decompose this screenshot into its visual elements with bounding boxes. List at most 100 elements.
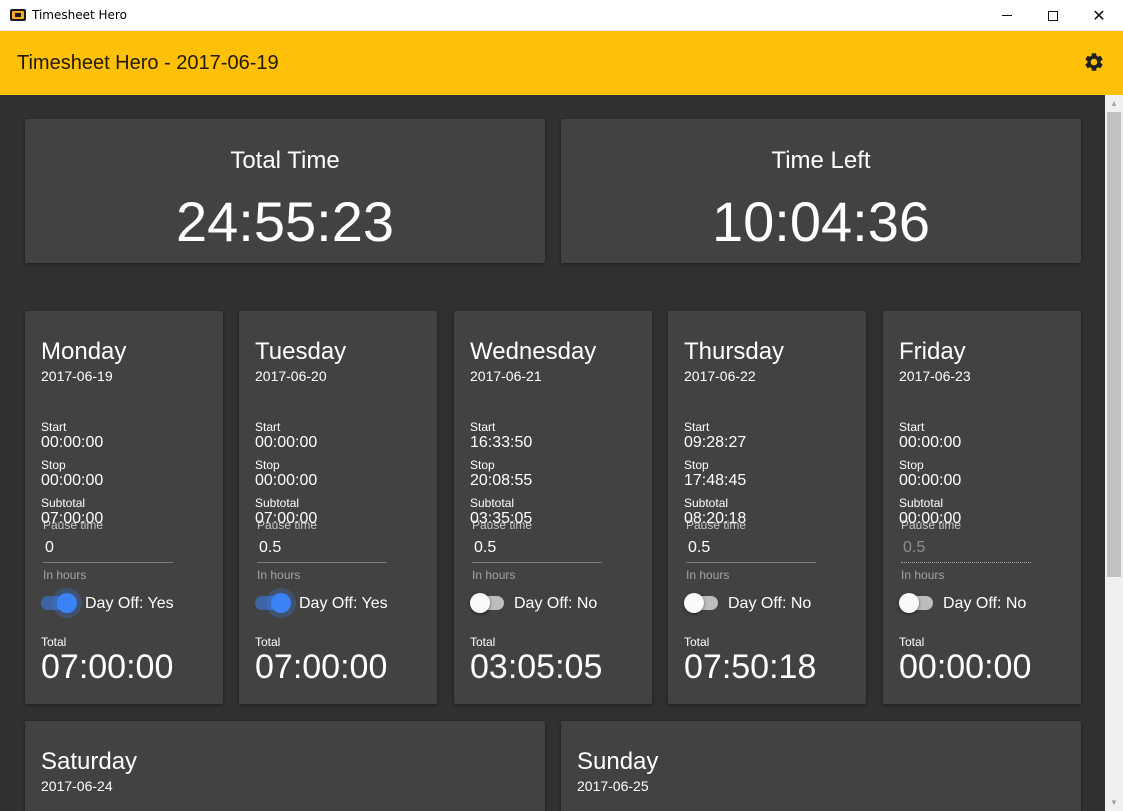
subtotal-label: Subtotal xyxy=(41,496,86,510)
main-content: Total Time 24:55:23 Time Left 10:04:36 M… xyxy=(0,95,1105,811)
day-date: 2017-06-23 xyxy=(899,368,971,384)
pause-time-label: Pause time xyxy=(686,518,747,532)
minimize-icon xyxy=(1002,15,1012,16)
total-label: Total xyxy=(899,635,925,649)
settings-button[interactable] xyxy=(1078,46,1110,78)
pause-time-label: Pause time xyxy=(257,518,318,532)
pause-time-hint: In hours xyxy=(257,568,301,582)
pause-time-label: Pause time xyxy=(43,518,104,532)
day-card-thursday: Thursday 2017-06-22 Start 09:28:27 Stop … xyxy=(668,311,866,704)
pause-time-hint: In hours xyxy=(472,568,516,582)
subtotal-label: Subtotal xyxy=(899,496,944,510)
day-date: 2017-06-21 xyxy=(470,368,542,384)
start-value: 16:33:50 xyxy=(470,434,533,451)
stop-value: 00:00:00 xyxy=(41,472,104,489)
day-off-toggle[interactable] xyxy=(899,593,935,613)
pause-time-hint: In hours xyxy=(901,568,945,582)
day-date: 2017-06-22 xyxy=(684,368,756,384)
day-date: 2017-06-19 xyxy=(41,368,113,384)
day-date: 2017-06-20 xyxy=(255,368,327,384)
page-title: Timesheet Hero - 2017-06-19 xyxy=(17,52,279,74)
window-titlebar: Timesheet Hero ✕ xyxy=(0,0,1123,31)
total-label: Total xyxy=(41,635,67,649)
stop-label: Stop xyxy=(684,458,709,472)
day-card-wednesday: Wednesday 2017-06-21 Start 16:33:50 Stop… xyxy=(454,311,652,704)
total-time-value: 24:55:23 xyxy=(176,190,394,253)
app-logo-icon xyxy=(10,9,26,21)
start-label: Start xyxy=(684,420,710,434)
pause-time-input[interactable]: 0.5 xyxy=(686,535,816,563)
day-name: Sunday xyxy=(577,748,659,775)
close-icon: ✕ xyxy=(1092,5,1106,25)
day-off-label: Day Off: No xyxy=(728,595,812,612)
pause-time-input[interactable]: 0 xyxy=(43,535,173,563)
time-left-card: Time Left 10:04:36 xyxy=(561,119,1081,263)
time-left-label: Time Left xyxy=(771,147,871,174)
day-off-toggle[interactable] xyxy=(41,593,77,613)
start-label: Start xyxy=(255,420,281,434)
day-name: Monday xyxy=(41,338,127,365)
subtotal-label: Subtotal xyxy=(255,496,300,510)
minimize-button[interactable] xyxy=(984,0,1030,31)
pause-time-input[interactable]: 0.5 xyxy=(472,535,602,563)
window-title: Timesheet Hero xyxy=(32,8,127,22)
scroll-up-icon[interactable]: ▲ xyxy=(1105,95,1123,112)
start-value: 00:00:00 xyxy=(41,434,104,451)
day-card-friday: Friday 2017-06-23 Start 00:00:00 Stop 00… xyxy=(883,311,1081,704)
day-off-toggle[interactable] xyxy=(255,593,291,613)
total-value: 03:05:05 xyxy=(470,648,603,686)
pause-time-hint: In hours xyxy=(43,568,87,582)
total-time-card: Total Time 24:55:23 xyxy=(25,119,545,263)
pause-time-input[interactable]: 0.5 xyxy=(257,535,387,563)
scroll-down-icon[interactable]: ▼ xyxy=(1105,794,1123,811)
day-card-monday: Monday 2017-06-19 Start 00:00:00 Stop 00… xyxy=(25,311,223,704)
day-name: Thursday xyxy=(684,338,785,365)
stop-label: Stop xyxy=(899,458,924,472)
pause-time-label: Pause time xyxy=(901,518,962,532)
pause-time-input: 0.5 xyxy=(901,535,1031,563)
subtotal-label: Subtotal xyxy=(470,496,515,510)
start-value: 00:00:00 xyxy=(255,434,318,451)
day-card-tuesday: Tuesday 2017-06-20 Start 00:00:00 Stop 0… xyxy=(239,311,437,704)
total-value: 07:50:18 xyxy=(684,648,817,686)
total-label: Total xyxy=(684,635,710,649)
total-label: Total xyxy=(255,635,281,649)
stop-label: Stop xyxy=(470,458,495,472)
start-label: Start xyxy=(899,420,925,434)
scrollbar-thumb[interactable] xyxy=(1107,112,1121,577)
total-label: Total xyxy=(470,635,496,649)
close-button[interactable]: ✕ xyxy=(1076,0,1122,31)
day-off-toggle[interactable] xyxy=(470,593,506,613)
total-value: 00:00:00 xyxy=(899,648,1032,686)
stop-value: 20:08:55 xyxy=(470,472,533,489)
pause-time-hint: In hours xyxy=(686,568,730,582)
stop-label: Stop xyxy=(255,458,280,472)
maximize-icon xyxy=(1048,10,1058,21)
total-value: 07:00:00 xyxy=(255,648,388,686)
time-left-value: 10:04:36 xyxy=(712,190,930,253)
pause-time-label: Pause time xyxy=(472,518,533,532)
day-off-label: Day Off: Yes xyxy=(299,595,388,612)
maximize-button[interactable] xyxy=(1030,0,1076,31)
start-label: Start xyxy=(470,420,496,434)
day-off-toggle[interactable] xyxy=(684,593,720,613)
start-label: Start xyxy=(41,420,67,434)
day-off-label: Day Off: No xyxy=(943,595,1027,612)
total-value: 07:00:00 xyxy=(41,648,174,686)
day-name: Friday xyxy=(899,338,966,365)
vertical-scrollbar[interactable]: ▲ ▼ xyxy=(1105,95,1123,811)
day-off-label: Day Off: No xyxy=(514,595,598,612)
total-time-label: Total Time xyxy=(230,147,340,174)
stop-label: Stop xyxy=(41,458,66,472)
start-value: 00:00:00 xyxy=(899,434,962,451)
gear-icon xyxy=(1085,53,1103,71)
day-card-sunday: Sunday 2017-06-25 xyxy=(561,721,1081,811)
day-card-saturday: Saturday 2017-06-24 xyxy=(25,721,545,811)
day-name: Wednesday xyxy=(470,338,597,365)
day-name: Tuesday xyxy=(255,338,347,365)
app-bar: Timesheet Hero - 2017-06-19 xyxy=(0,31,1123,95)
stop-value: 00:00:00 xyxy=(255,472,318,489)
subtotal-label: Subtotal xyxy=(684,496,729,510)
start-value: 09:28:27 xyxy=(684,434,747,451)
stop-value: 00:00:00 xyxy=(899,472,962,489)
